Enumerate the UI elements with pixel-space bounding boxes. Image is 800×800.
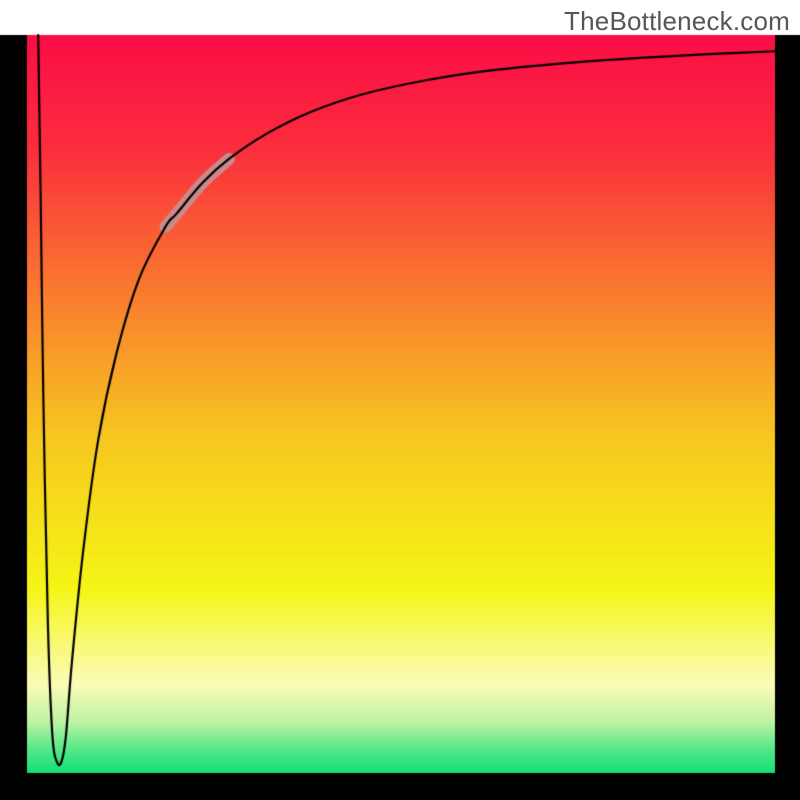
watermark-text: TheBottleneck.com [564,6,790,37]
chart-curve-canvas [0,0,800,800]
chart-frame: TheBottleneck.com [0,0,800,800]
